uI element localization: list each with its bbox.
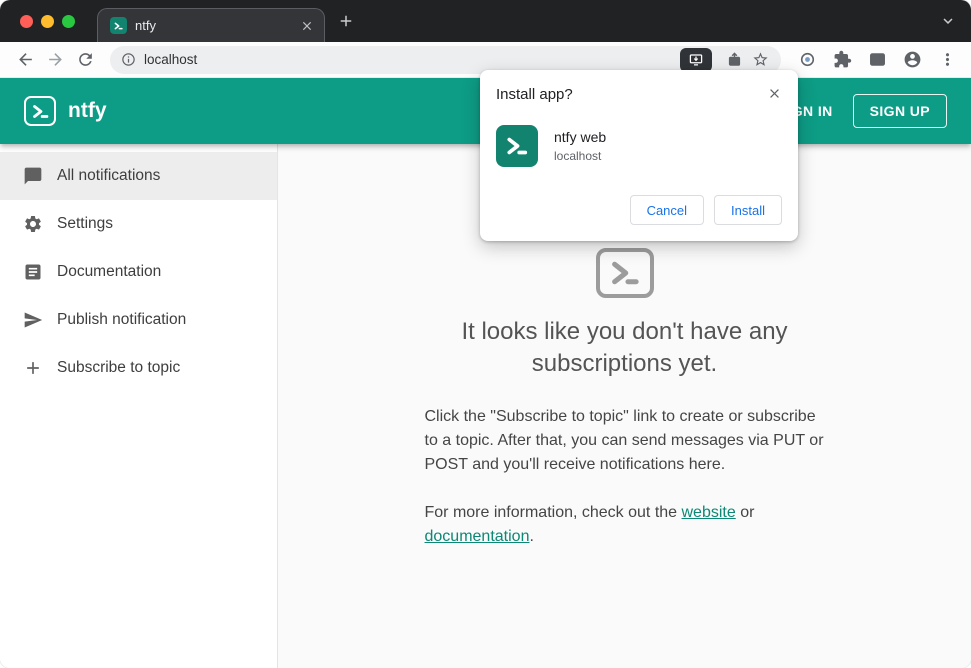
site-info-icon[interactable]: [121, 52, 136, 67]
sidebar-item-all-notifications[interactable]: All notifications: [0, 152, 277, 200]
tab-strip: ntfy: [0, 0, 971, 42]
zoom-window-button[interactable]: [62, 14, 75, 28]
ntfy-logo-gray-icon: [595, 248, 654, 298]
browser-window: ntfy localhost ntfy SIGN IN SIGN UP All …: [0, 0, 971, 668]
close-window-button[interactable]: [20, 14, 33, 28]
install-dialog-header: Install app?: [496, 86, 782, 103]
paragraph-2-text: or: [735, 504, 755, 522]
install-dialog-app-row: ntfy web localhost: [496, 125, 782, 167]
minimize-window-button[interactable]: [41, 14, 54, 28]
side-panel-icon[interactable]: [863, 46, 891, 74]
documentation-link[interactable]: documentation: [425, 528, 530, 545]
empty-state: It looks like you don't have any subscri…: [425, 248, 825, 549]
paragraph-2-text: For more information, check out the: [424, 504, 682, 522]
reload-button[interactable]: [70, 45, 100, 75]
ntfy-app-icon: [496, 125, 538, 167]
install-app-name: ntfy web: [554, 129, 607, 145]
extension-icon[interactable]: [793, 46, 821, 74]
sidebar-item-subscribe-to-topic[interactable]: Subscribe to topic: [0, 344, 277, 392]
sidebar-item-label: Documentation: [57, 263, 162, 280]
browser-menu-icon[interactable]: [933, 46, 961, 74]
gear-icon: [25, 216, 41, 232]
install-dialog-title: Install app?: [496, 86, 573, 103]
sidebar-item-label: Subscribe to topic: [57, 359, 181, 376]
install-dialog-actions: Cancel Install: [496, 195, 782, 225]
window-controls: [20, 14, 75, 28]
tab-search-chevron-icon[interactable]: [939, 12, 957, 30]
sidebar: All notifications Settings Documentation…: [0, 144, 278, 668]
sidebar-item-documentation[interactable]: Documentation: [0, 248, 277, 296]
empty-state-paragraph-2: For more information, check out the webs…: [425, 501, 825, 549]
sidebar-item-settings[interactable]: Settings: [0, 200, 277, 248]
plus-icon: [23, 358, 43, 378]
install-app-icon[interactable]: [680, 47, 712, 72]
new-tab-button[interactable]: [337, 12, 355, 30]
extensions-puzzle-icon[interactable]: [828, 46, 856, 74]
send-icon: [24, 312, 43, 328]
article-icon: [25, 264, 41, 280]
install-app-origin: localhost: [554, 149, 602, 163]
cancel-button[interactable]: Cancel: [629, 195, 705, 225]
website-link[interactable]: website: [682, 504, 736, 521]
url-text[interactable]: localhost: [144, 52, 680, 67]
dialog-close-icon[interactable]: [767, 86, 782, 101]
chat-bubble-icon: [24, 167, 42, 185]
install-app-dialog: Install app? ntfy web localhost Cancel I…: [480, 70, 798, 241]
bookmark-star-icon[interactable]: [747, 47, 773, 73]
ntfy-logo-icon: [24, 96, 56, 126]
sidebar-item-publish-notification[interactable]: Publish notification: [0, 296, 277, 344]
toolbar-right-cluster: [791, 46, 961, 74]
profile-avatar-icon[interactable]: [898, 46, 926, 74]
install-button[interactable]: Install: [714, 195, 782, 225]
empty-state-title: It looks like you don't have any subscri…: [461, 318, 788, 377]
empty-state-paragraph-1: Click the "Subscribe to topic" link to c…: [424, 408, 824, 474]
forward-button[interactable]: [40, 45, 70, 75]
browser-tab-ntfy[interactable]: ntfy: [97, 8, 325, 42]
back-button[interactable]: [10, 45, 40, 75]
paragraph-2-text: .: [529, 528, 534, 546]
sign-up-button[interactable]: SIGN UP: [852, 94, 947, 128]
tab-title: ntfy: [135, 18, 156, 33]
app-title: ntfy: [68, 99, 107, 122]
sidebar-item-label: Settings: [57, 215, 114, 232]
sidebar-item-label: Publish notification: [57, 311, 187, 328]
ntfy-favicon: [110, 17, 127, 34]
sidebar-item-label: All notifications: [57, 167, 161, 184]
tab-close-icon[interactable]: [300, 19, 314, 33]
share-icon[interactable]: [721, 47, 747, 73]
